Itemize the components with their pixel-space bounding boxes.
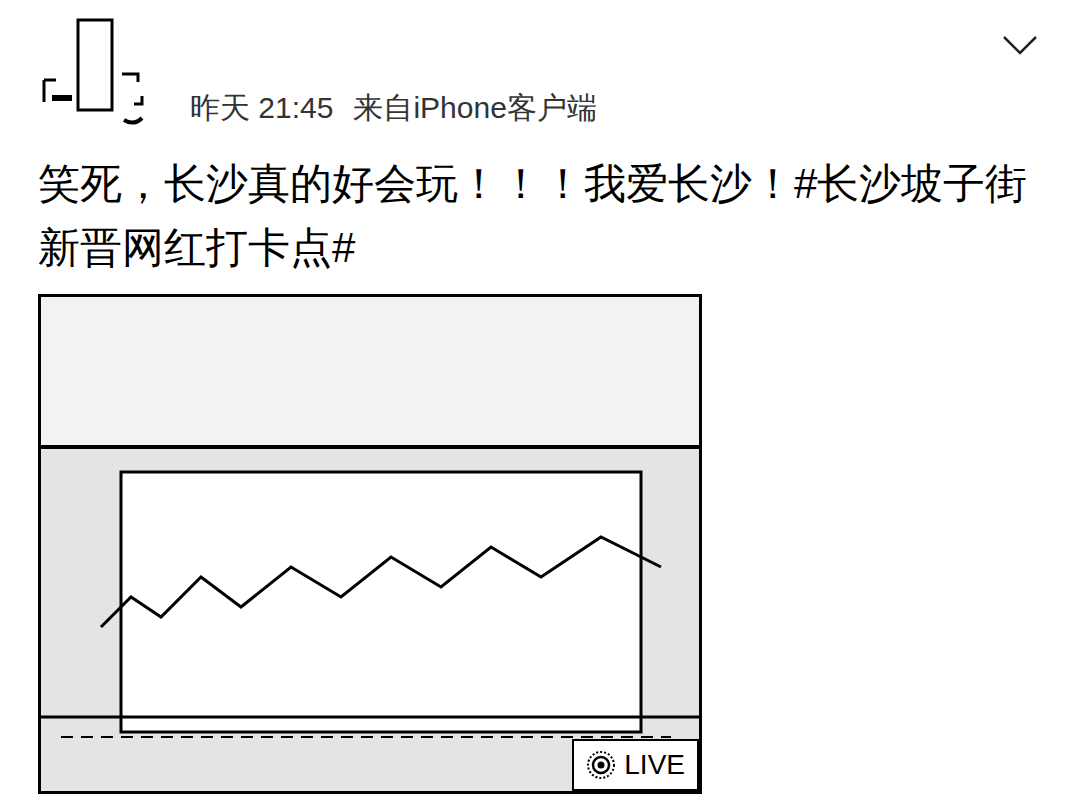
post-source: 来自iPhone客户端 xyxy=(353,88,596,128)
live-badge: LIVE xyxy=(572,739,699,791)
post-text: 笑死，长沙真的好会玩！！！我爱长沙！#长沙坡子街新晋网红打卡点# xyxy=(38,152,1038,280)
live-photo-icon xyxy=(586,750,616,780)
post-time: 昨天 21:45 xyxy=(190,88,333,128)
post-meta: 昨天 21:45 来自iPhone客户端 xyxy=(190,88,597,128)
avatar[interactable] xyxy=(38,12,152,130)
post-header: 昨天 21:45 来自iPhone客户端 xyxy=(38,12,1042,130)
weibo-post: 昨天 21:45 来自iPhone客户端笑死，长沙真的好会玩！！！我爱长沙！#长沙… xyxy=(0,0,1080,804)
chevron-down-icon xyxy=(1002,35,1038,55)
photo-scene-icon xyxy=(41,297,699,791)
avatar-icon xyxy=(38,12,152,130)
live-badge-label: LIVE xyxy=(624,747,685,783)
more-button[interactable] xyxy=(1000,30,1040,60)
post-photo[interactable]: LIVE xyxy=(38,294,702,794)
